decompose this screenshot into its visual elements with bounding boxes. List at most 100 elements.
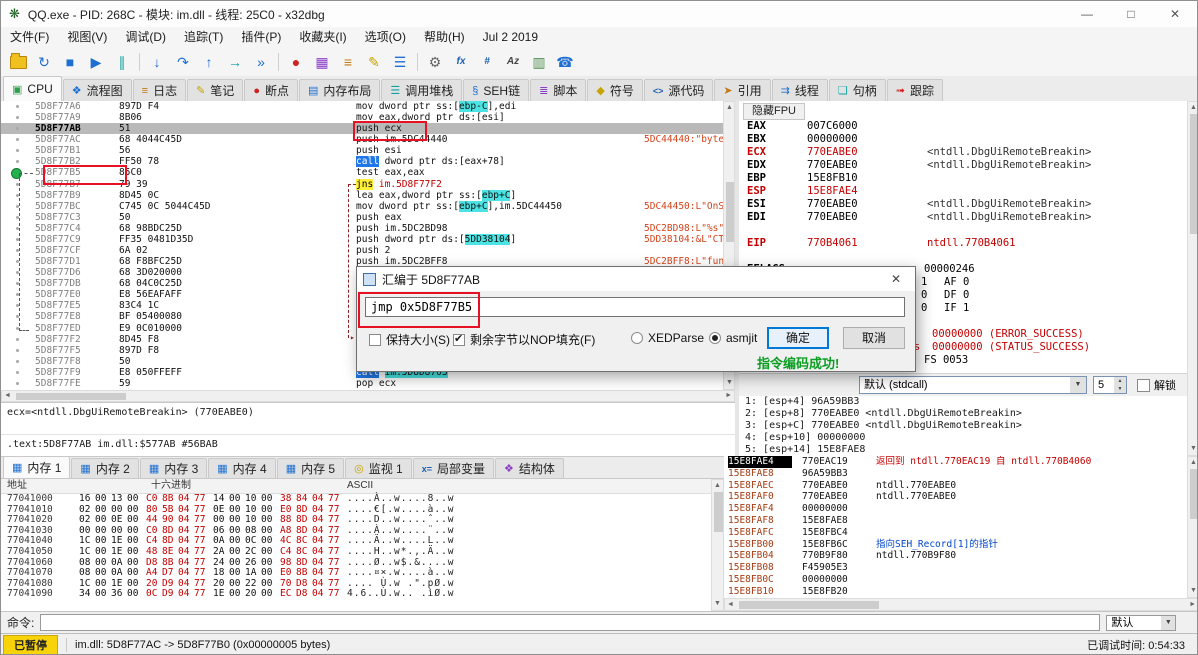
memory-row-77041090[interactable]: 77041090 34 00 36 00 0C D9 04 77 1E 00 20 00 EC D8 04 77… (1, 589, 711, 600)
stack-row-15E8FAF4[interactable]: 15E8FAF4 00000000 (724, 503, 1187, 515)
stack-arg-5[interactable]: 5: [esp+14] 15E8FAE8 (739, 444, 1187, 456)
xedparse-radio[interactable]: XEDParse (631, 331, 704, 345)
asmjit-radio[interactable]: asmjit (709, 331, 757, 345)
register-row-EBP[interactable]: EBP 15E8FB10 (739, 172, 1187, 185)
register-row-EBX[interactable]: EBX 00000000 (739, 133, 1187, 146)
memory-row-77041050[interactable]: 77041050 1C 00 1E 00 48 8E 04 77 2A 00 2C 00 C4 8C 04 77… (1, 546, 711, 558)
tab-dump2[interactable]: ▦ 内存 2 (71, 458, 139, 478)
tab-notes[interactable]: ✎ 笔记 (187, 79, 244, 101)
disasm-hscrollbar[interactable]: ◄ ► (1, 390, 735, 402)
toolbar-pause-button[interactable]: ∥ (110, 51, 134, 73)
toolbar-attach-button[interactable]: ▥ (527, 51, 551, 73)
spinner-arrows-icon[interactable]: ▲ ▼ (1114, 377, 1126, 393)
cancel-button[interactable]: 取消 (843, 327, 905, 349)
disasm-row-5D8F77C4[interactable]: 5D8F77C4 68 98BDC25D push im.5DC2BD98 5DC2B… (1, 223, 723, 234)
menu-item-2[interactable]: 调试(D) (116, 27, 175, 48)
scroll-left-icon[interactable]: ◄ (727, 600, 734, 610)
tab-dump4[interactable]: ▦ 内存 4 (208, 458, 276, 478)
disasm-row-5D8F77C3[interactable]: 5D8F77C3 50 push eax (1, 212, 723, 223)
menu-item-0[interactable]: 文件(F) (1, 27, 58, 48)
toolbar-breakpoints-button[interactable]: ● (284, 51, 308, 73)
scroll-up-icon[interactable]: ▲ (714, 481, 721, 491)
scroll-thumb[interactable] (1190, 114, 1197, 234)
tab-symbols[interactable]: ◆ 符号 (587, 79, 643, 101)
tab-threads[interactable]: ⇉ 线程 (771, 79, 828, 101)
stack-row-15E8FAFC[interactable]: 15E8FAFC 15E8FBC4 (724, 527, 1187, 539)
tab-struct[interactable]: ❖ 结构体 (495, 458, 564, 478)
toolbar-step-out-button[interactable]: ↑ (197, 51, 221, 73)
menu-item-7[interactable]: 帮助(H) (415, 27, 474, 48)
scroll-left-icon[interactable]: ◄ (4, 391, 11, 401)
unlock-checkbox[interactable]: 解锁 (1137, 377, 1176, 393)
toolbar-run-button[interactable]: ▶ (84, 51, 108, 73)
scroll-up-icon[interactable]: ▲ (726, 103, 733, 113)
disasm-row-5D8F77FE[interactable]: 5D8F77FE 59 pop ecx (1, 378, 723, 389)
scroll-thumb[interactable] (714, 492, 723, 532)
stack-row-15E8FB08[interactable]: 15E8FB08 F45905E3 (724, 562, 1187, 574)
disasm-row-5D8F77B2[interactable]: 5D8F77B2 FF50 78 call dword ptr ds:[eax+78… (1, 156, 723, 168)
argument-count-stepper[interactable]: 5 ▲ ▼ (1093, 376, 1127, 394)
chevron-down-icon[interactable]: ▼ (1070, 377, 1086, 393)
tab-references[interactable]: ➤ 引用 (714, 79, 771, 101)
menu-item-3[interactable]: 追踪(T) (175, 27, 232, 48)
tab-dump1[interactable]: ▦ 内存 1 (3, 456, 71, 478)
tab-dump5[interactable]: ▦ 内存 5 (276, 458, 345, 478)
toolbar-case-convert-button[interactable]: Az (501, 51, 525, 73)
dialog-title-bar[interactable]: 汇编于 5D8F77AB ✕ (357, 267, 915, 291)
toolbar-stop-button[interactable]: ■ (58, 51, 82, 73)
dialog-close-icon[interactable]: ✕ (877, 272, 915, 286)
stack-arg-3[interactable]: 3: [esp+C] 770EABE0 <ntdll.DbgUiRemoteBr… (739, 420, 1187, 432)
toolbar-settings-button[interactable]: ⚙ (423, 51, 447, 73)
tab-source[interactable]: <> 源代码 (643, 79, 714, 101)
title-bar[interactable]: ❋ QQ.exe - PID: 268C - 模块: im.dll - 线程: … (1, 1, 1197, 27)
registers-vscrollbar[interactable]: ▲ ▼ (1187, 101, 1197, 456)
tab-cpu[interactable]: ▣ CPU (3, 76, 62, 101)
stack-hscrollbar[interactable]: ◄ ► (724, 598, 1197, 611)
hide-fpu-button[interactable]: 隐藏FPU (743, 103, 805, 120)
radio-selected-icon[interactable] (709, 332, 721, 344)
register-row[interactable] (739, 250, 1187, 263)
tab-script[interactable]: ≣ 脚本 (530, 79, 587, 101)
tab-log[interactable]: ≡ 日志 (132, 79, 187, 101)
scroll-right-icon[interactable]: ► (725, 391, 732, 401)
tab-watch1[interactable]: ◎ 监视 1 (345, 458, 412, 478)
register-row-EIP[interactable]: EIP 770B4061 ntdll.770B4061 (739, 237, 1187, 250)
assemble-instruction-input[interactable] (365, 297, 905, 317)
stack-arg-4[interactable]: 4: [esp+10] 00000000 (739, 432, 1187, 444)
command-mode-select[interactable]: 默认 ▼ (1106, 614, 1177, 631)
toolbar-open-file-button[interactable] (6, 51, 30, 73)
stack-row-15E8FB0C[interactable]: 15E8FB0C 00000000 (724, 574, 1187, 586)
scroll-down-icon[interactable]: ▼ (1190, 444, 1197, 454)
stack-row-15E8FAF8[interactable]: 15E8FAF8 15E8FAE8 (724, 515, 1187, 527)
toolbar-notes-button[interactable]: ✎ (362, 51, 386, 73)
command-input[interactable] (40, 614, 1101, 631)
tab-handles[interactable]: ❏ 句柄 (828, 79, 886, 101)
toolbar-step-into-button[interactable]: ↓ (145, 51, 169, 73)
menu-item-6[interactable]: 选项(O) (356, 27, 415, 48)
tab-breakpoints[interactable]: ● 断点 (244, 79, 298, 101)
tab-locals[interactable]: x= 局部变量 (412, 458, 495, 478)
register-row-EDX[interactable]: EDX 770EABE0 <ntdll.DbgUiRemoteBreakin> (739, 159, 1187, 172)
chevron-down-icon[interactable]: ▼ (1161, 615, 1176, 630)
memory-vscrollbar[interactable]: ▲ ▼ (711, 479, 724, 611)
scroll-up-icon[interactable]: ▲ (1190, 103, 1197, 113)
stack-row-15E8FAF0[interactable]: 15E8FAF0 770EABE0 ntdll.770EABE0 (724, 491, 1187, 503)
tab-call-stack[interactable]: ☰ 调用堆栈 (381, 79, 463, 101)
scroll-thumb[interactable] (739, 601, 879, 609)
scroll-down-icon[interactable]: ▼ (714, 599, 721, 609)
menu-item-4[interactable]: 插件(P) (232, 27, 290, 48)
toolbar-step-over-button[interactable]: ↷ (171, 51, 195, 73)
disasm-row-5D8F77B5[interactable]: 5D8F77B5 85C0 test eax,eax (1, 167, 723, 180)
scroll-thumb[interactable] (726, 182, 734, 242)
disasm-row-5D8F77AC[interactable]: 5D8F77AC 68 4044C45D push im.5DC44440 5DC44… (1, 134, 723, 145)
toolbar-log-button[interactable]: ≡ (336, 51, 360, 73)
scroll-thumb[interactable] (1190, 469, 1197, 519)
stack-row-15E8FB10[interactable]: 15E8FB10 15E8FB20 (724, 586, 1187, 598)
menu-item-5[interactable]: 收藏夹(I) (290, 27, 355, 48)
register-row-ESI[interactable]: ESI 770EABE0 <ntdll.DbgUiRemoteBreakin> (739, 198, 1187, 211)
keep-size-checkbox[interactable]: 保持大小(S) (369, 331, 450, 348)
disasm-row-5D8F77CF[interactable]: 5D8F77CF 6A 02 push 2 (1, 245, 723, 256)
minimize-button[interactable]: — (1065, 1, 1109, 27)
checkbox-icon[interactable] (1137, 378, 1150, 392)
stack-row-15E8FB04[interactable]: 15E8FB04 770B9F80 ntdll.770B9F80 (724, 550, 1187, 562)
